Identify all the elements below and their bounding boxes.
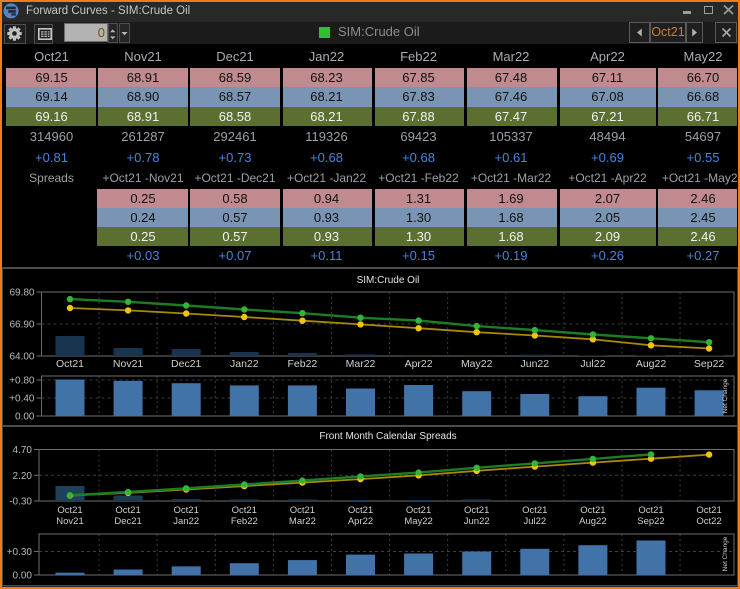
svg-text:Oct21: Oct21	[580, 505, 605, 516]
svg-text:Dec21: Dec21	[171, 358, 202, 370]
svg-text:Mar22: Mar22	[289, 516, 316, 527]
svg-text:Net Change: Net Change	[722, 536, 729, 571]
svg-text:SIM:Crude Oil: SIM:Crude Oil	[357, 275, 420, 286]
svg-text:Oct21: Oct21	[464, 505, 489, 516]
svg-text:May22: May22	[461, 358, 493, 370]
svg-text:Mar22: Mar22	[346, 358, 376, 370]
svg-text:Net Change: Net Change	[722, 378, 729, 413]
svg-text:+0.80: +0.80	[9, 376, 35, 387]
svg-text:Dec21: Dec21	[114, 516, 141, 527]
svg-text:0.00: 0.00	[15, 412, 35, 423]
svg-text:Oct21: Oct21	[406, 505, 431, 516]
svg-text:Oct21: Oct21	[115, 505, 140, 516]
svg-text:Jul22: Jul22	[580, 358, 605, 370]
svg-text:Jan22: Jan22	[173, 516, 199, 527]
svg-text:Apr22: Apr22	[405, 358, 433, 370]
svg-text:Jan22: Jan22	[230, 358, 259, 370]
svg-text:64.00: 64.00	[9, 352, 34, 363]
svg-text:0.00: 0.00	[13, 571, 33, 582]
svg-text:Oct21: Oct21	[174, 505, 199, 516]
svg-text:Oct21: Oct21	[522, 505, 547, 516]
svg-text:Oct21: Oct21	[232, 505, 257, 516]
svg-text:+0.40: +0.40	[9, 394, 35, 405]
svg-text:Oct21: Oct21	[638, 505, 663, 516]
svg-text:Oct21: Oct21	[348, 505, 373, 516]
svg-text:Aug22: Aug22	[579, 516, 606, 527]
svg-text:Nov21: Nov21	[113, 358, 144, 370]
svg-text:Oct21: Oct21	[56, 358, 84, 370]
svg-text:Jul22: Jul22	[523, 516, 546, 527]
svg-text:Feb22: Feb22	[231, 516, 258, 527]
svg-text:Oct21: Oct21	[57, 505, 82, 516]
svg-text:Sep22: Sep22	[637, 516, 664, 527]
svg-text:Jun22: Jun22	[464, 516, 490, 527]
svg-text:Front Month Calendar Spreads: Front Month Calendar Spreads	[319, 431, 456, 442]
svg-text:2.20: 2.20	[13, 471, 33, 482]
svg-text:4.70: 4.70	[13, 445, 33, 456]
svg-text:Oct21: Oct21	[696, 505, 721, 516]
svg-text:Jun22: Jun22	[520, 358, 549, 370]
svg-text:Oct21: Oct21	[290, 505, 315, 516]
svg-text:Oct22: Oct22	[696, 516, 721, 527]
svg-text:66.90: 66.90	[9, 320, 34, 331]
svg-text:69.80: 69.80	[9, 288, 34, 299]
svg-text:Nov21: Nov21	[56, 516, 83, 527]
svg-text:Apr22: Apr22	[348, 516, 373, 527]
svg-text:Sep22: Sep22	[694, 358, 725, 370]
svg-text:May22: May22	[404, 516, 433, 527]
svg-text:-0.30: -0.30	[9, 497, 32, 508]
svg-text:+0.30: +0.30	[7, 547, 33, 558]
svg-text:Feb22: Feb22	[288, 358, 318, 370]
svg-text:Aug22: Aug22	[636, 358, 667, 370]
